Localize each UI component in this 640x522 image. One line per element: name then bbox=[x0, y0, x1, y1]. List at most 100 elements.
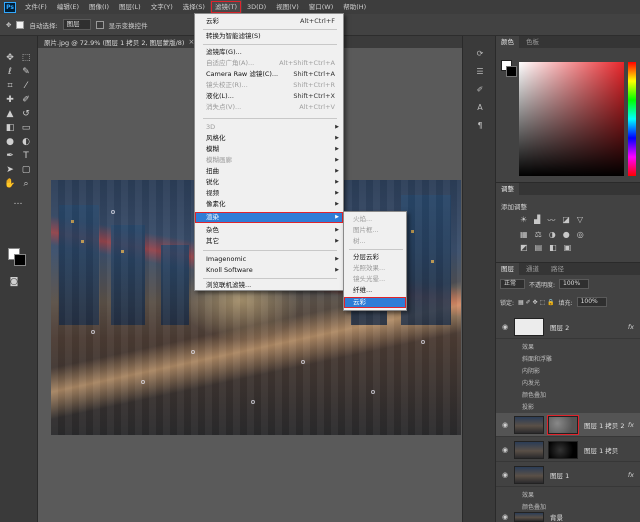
menu-item-noise[interactable]: 杂色 ▶ bbox=[195, 225, 343, 236]
effect-row[interactable]: 内发光 bbox=[496, 376, 640, 388]
menu-item-render[interactable]: 渲染 ▶ bbox=[195, 212, 343, 223]
layer-thumbnail[interactable] bbox=[514, 511, 544, 522]
submenu-item-clouds[interactable]: 云彩 bbox=[344, 297, 406, 308]
layer-row[interactable]: ◉ 图层 2 fx bbox=[496, 315, 640, 339]
layer-thumbnail[interactable] bbox=[514, 415, 544, 434]
quick-mask-icon[interactable]: ◙ bbox=[8, 276, 20, 288]
marquee-tool-icon[interactable]: ⬚ bbox=[20, 52, 32, 64]
fx-icon[interactable]: fx bbox=[628, 471, 634, 479]
background-color-chip[interactable] bbox=[506, 66, 517, 77]
menu-item-video[interactable]: 视频 ▶ bbox=[195, 188, 343, 199]
effect-row[interactable]: 内阴影 bbox=[496, 364, 640, 376]
layer-row[interactable]: ◉ 背景 bbox=[496, 511, 640, 522]
menu-image[interactable]: 图像(I) bbox=[84, 0, 114, 14]
effects-group[interactable]: 效果 bbox=[496, 340, 640, 352]
effect-row[interactable]: 斜面和浮雕 bbox=[496, 352, 640, 364]
submenu-item-lighting-effects[interactable]: 光照效果... bbox=[344, 263, 406, 274]
hue-slider[interactable] bbox=[628, 62, 636, 176]
menu-edit[interactable]: 编辑(E) bbox=[52, 0, 84, 14]
posterize-icon[interactable]: ▤ bbox=[535, 243, 543, 252]
auto-select-checkbox[interactable] bbox=[16, 20, 25, 29]
layer-mask-thumbnail[interactable] bbox=[548, 440, 578, 459]
eraser-tool-icon[interactable]: ◧ bbox=[4, 122, 16, 134]
tab-channels[interactable]: 通道 bbox=[521, 263, 544, 275]
black-white-icon[interactable]: ◑ bbox=[549, 230, 556, 239]
blend-mode-dropdown[interactable]: 正常 bbox=[500, 279, 526, 289]
tab-color[interactable]: 颜色 bbox=[496, 36, 519, 48]
menu-file[interactable]: 文件(F) bbox=[20, 0, 52, 14]
menu-item-stylize[interactable]: 风格化 ▶ bbox=[195, 133, 343, 144]
menu-view[interactable]: 视图(V) bbox=[271, 0, 304, 14]
effect-item[interactable]: 内阴影 bbox=[522, 366, 540, 375]
menu-item-adaptive-wide-angle[interactable]: 自适应广角(A)... Alt+Shift+Ctrl+A bbox=[195, 58, 343, 69]
visibility-eye-icon[interactable]: ◉ bbox=[500, 471, 510, 479]
background-color-swatch[interactable] bbox=[14, 254, 26, 266]
menu-item-clouds-last[interactable]: 云彩 Alt+Ctrl+F bbox=[195, 16, 343, 27]
effects-group[interactable]: 效果 bbox=[496, 488, 640, 500]
menu-item-lens-correction[interactable]: 镜头校正(R)... Shift+Ctrl+R bbox=[195, 80, 343, 91]
effect-item[interactable]: 投影 bbox=[522, 402, 534, 411]
layer-thumbnail[interactable] bbox=[514, 317, 544, 336]
menu-item-browse-online-filters[interactable]: 浏览联机滤镜... bbox=[195, 280, 343, 291]
effect-row[interactable]: 颜色叠加 bbox=[496, 388, 640, 400]
layer-row-selected[interactable]: ◉ 图层 1 拷贝 2 fx bbox=[496, 413, 640, 437]
tab-swatches[interactable]: 色板 bbox=[521, 36, 544, 48]
lock-icons[interactable]: ▦ ✐ ✥ ⬚ 🔒 bbox=[518, 299, 555, 306]
layer-name[interactable]: 图层 2 bbox=[550, 322, 569, 332]
menu-item-liquify[interactable]: 液化(L)... Shift+Ctrl+X bbox=[195, 91, 343, 102]
move-tool-icon[interactable]: ✥ bbox=[4, 52, 16, 64]
layer-row[interactable]: ◉ 图层 1 fx bbox=[496, 463, 640, 487]
menu-item-filter-gallery[interactable]: 滤镜库(G)... bbox=[195, 47, 343, 58]
auto-select-dropdown[interactable]: 图层 bbox=[62, 19, 91, 30]
gradient-tool-icon[interactable]: ▭ bbox=[20, 122, 32, 134]
menu-type[interactable]: 文字(Y) bbox=[146, 0, 178, 14]
menu-help[interactable]: 帮助(H) bbox=[338, 0, 371, 14]
effect-item[interactable]: 颜色叠加 bbox=[522, 390, 546, 399]
paragraph-icon[interactable]: ¶ bbox=[474, 120, 486, 132]
curves-icon[interactable]: 〰 bbox=[547, 215, 555, 226]
color-picker-field[interactable] bbox=[519, 62, 624, 176]
menu-3d[interactable]: 3D(D) bbox=[242, 0, 271, 14]
effect-item[interactable]: 斜面和浮雕 bbox=[522, 354, 552, 363]
layer-name[interactable]: 背景 bbox=[550, 512, 563, 522]
opacity-field[interactable]: 100% bbox=[559, 279, 590, 289]
fx-icon[interactable]: fx bbox=[628, 323, 634, 331]
menu-item-other[interactable]: 其它 ▶ bbox=[195, 236, 343, 247]
tab-adjustments[interactable]: 调整 bbox=[496, 183, 519, 195]
zoom-tool-icon[interactable]: ⌕ bbox=[20, 178, 32, 190]
photo-filter-icon[interactable]: ● bbox=[563, 230, 570, 239]
type-tool-icon[interactable]: T bbox=[20, 150, 32, 162]
levels-icon[interactable]: ▟ bbox=[534, 215, 540, 226]
brightness-icon[interactable]: ☀ bbox=[520, 215, 527, 226]
hue-saturation-icon[interactable]: ▦ bbox=[520, 230, 528, 239]
effect-item[interactable]: 内发光 bbox=[522, 378, 540, 387]
menu-item-knoll-software[interactable]: Knoll Software ▶ bbox=[195, 265, 343, 276]
healing-brush-tool-icon[interactable]: ✚ bbox=[4, 94, 16, 106]
layer-name[interactable]: 图层 1 拷贝 2 bbox=[584, 420, 624, 430]
layer-thumbnail[interactable] bbox=[514, 465, 544, 484]
blur-tool-icon[interactable]: ● bbox=[4, 136, 16, 148]
menu-item-imagenomic[interactable]: Imagenomic ▶ bbox=[195, 254, 343, 265]
menu-item-convert-smart-filter[interactable]: 转换为智能滤镜(S) bbox=[195, 31, 343, 42]
fill-field[interactable]: 100% bbox=[576, 297, 607, 307]
color-balance-icon[interactable]: ⚖ bbox=[535, 230, 542, 239]
menu-item-pixelate[interactable]: 像素化 ▶ bbox=[195, 199, 343, 210]
effect-item[interactable]: 颜色叠加 bbox=[522, 502, 546, 511]
layer-row[interactable]: ◉ 图层 1 拷贝 bbox=[496, 438, 640, 462]
layer-thumbnail[interactable] bbox=[514, 440, 544, 459]
menu-item-blur-gallery[interactable]: 模糊画廊 ▶ bbox=[195, 155, 343, 166]
character-icon[interactable]: A bbox=[474, 102, 486, 114]
menu-layer[interactable]: 图层(L) bbox=[114, 0, 146, 14]
shape-tool-icon[interactable]: ▢ bbox=[20, 164, 32, 176]
threshold-icon[interactable]: ◧ bbox=[549, 243, 557, 252]
submenu-item-lens-flare[interactable]: 镜头光晕... bbox=[344, 274, 406, 285]
menu-item-3d[interactable]: 3D ▶ bbox=[195, 122, 343, 133]
properties-icon[interactable]: ☰ bbox=[474, 66, 486, 78]
fx-icon[interactable]: fx bbox=[628, 421, 634, 429]
menu-select[interactable]: 选择(S) bbox=[178, 0, 210, 14]
move-tool-icon[interactable]: ✥ bbox=[6, 21, 11, 29]
menu-item-blur[interactable]: 模糊 ▶ bbox=[195, 144, 343, 155]
visibility-eye-icon[interactable]: ◉ bbox=[500, 421, 510, 429]
exposure-icon[interactable]: ◪ bbox=[562, 215, 570, 226]
tab-layers[interactable]: 图层 bbox=[496, 263, 519, 275]
